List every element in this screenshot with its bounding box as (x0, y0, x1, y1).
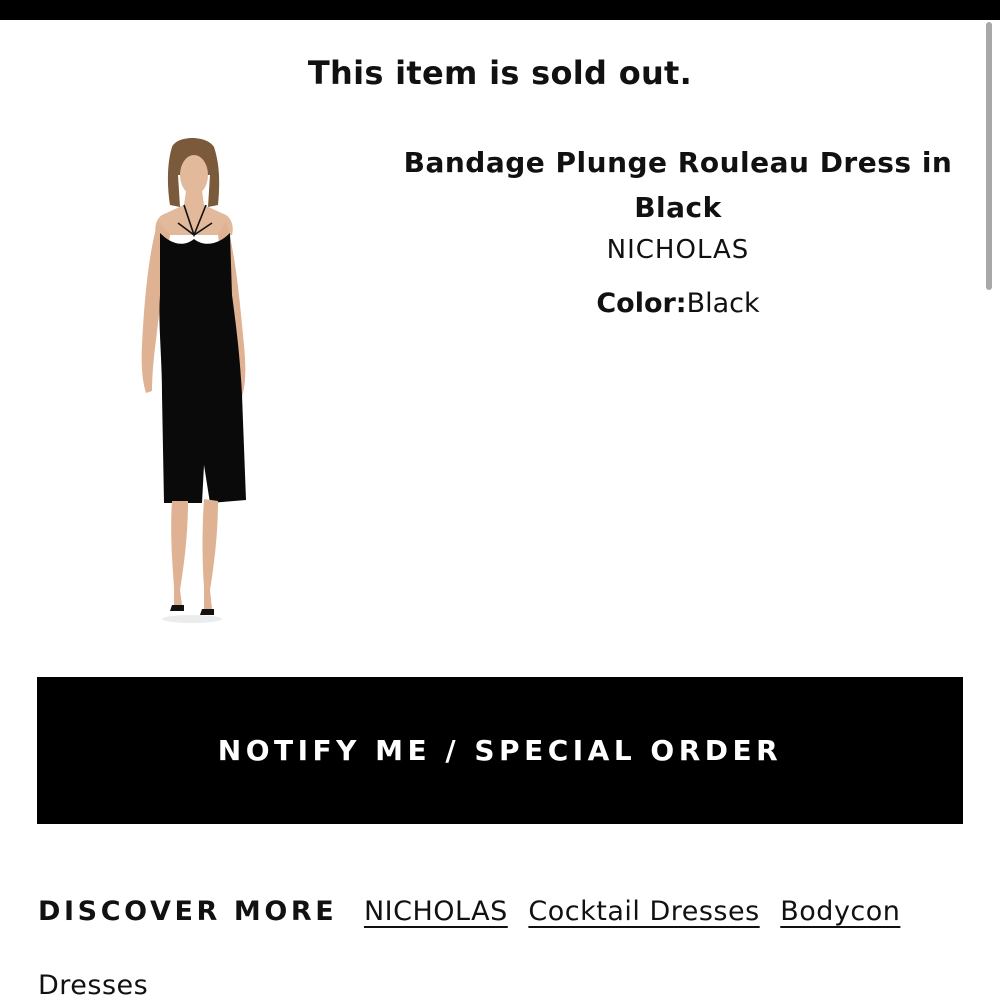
discover-more: DISCOVER MORE NICHOLAS Cocktail Dresses … (38, 875, 968, 1000)
product-title: Bandage Plunge Rouleau Dress in Black (403, 146, 953, 224)
product-details: Bandage Plunge Rouleau Dress in Black NI… (400, 140, 956, 324)
color-label: Color: (596, 288, 687, 319)
sold-out-message: This item is sold out. (307, 54, 693, 92)
product-brand: NICHOLAS (606, 235, 750, 265)
model-face (180, 155, 208, 195)
model-left-leg (171, 501, 188, 605)
model-right-leg (202, 499, 218, 609)
discover-link-cocktail-dresses[interactable]: Cocktail Dresses (528, 896, 759, 927)
product-image (141, 138, 246, 623)
model-shoulders (155, 191, 233, 235)
top-bar (0, 0, 1000, 20)
color-value: Black (686, 288, 760, 319)
floor-shadow (162, 615, 222, 623)
discover-link-nicholas[interactable]: NICHOLAS (364, 896, 508, 927)
color-row: Color:Black (400, 284, 956, 324)
discover-more-heading: DISCOVER MORE (38, 896, 338, 927)
notify-me-button[interactable]: NOTIFY ME / SPECIAL ORDER (37, 677, 963, 824)
